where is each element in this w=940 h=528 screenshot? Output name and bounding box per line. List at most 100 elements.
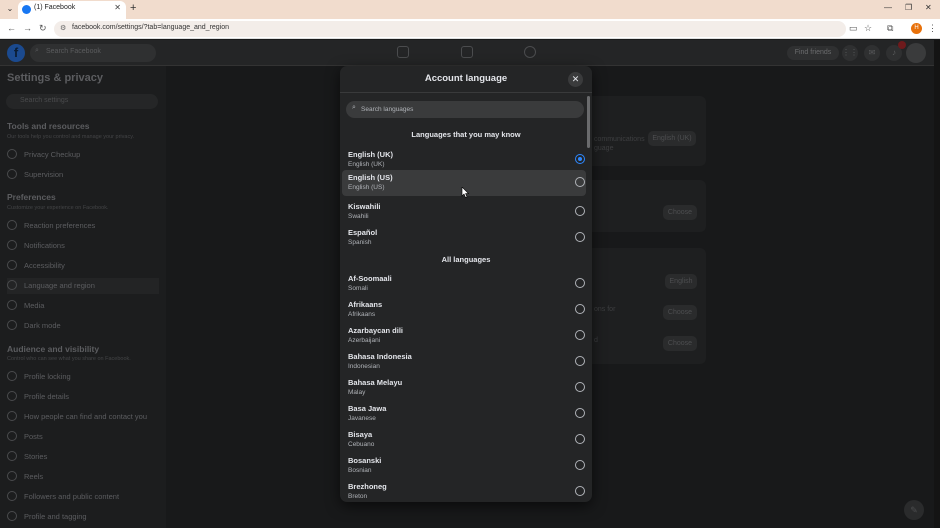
radio-button[interactable] [575, 382, 585, 392]
sidebar-item-stories[interactable]: Stories [7, 449, 159, 465]
browser-menu-icon[interactable]: ⋮ [928, 23, 937, 34]
radio-button[interactable] [575, 460, 585, 470]
find-friends-button[interactable]: Find friends [787, 46, 839, 60]
dialog-title: Account language [424, 73, 508, 84]
choose-button-1[interactable]: Choose [663, 205, 697, 220]
bookmark-star-icon[interactable]: ☆ [864, 23, 872, 34]
browser-tab[interactable]: (1) Facebook ✕ [18, 1, 126, 19]
friends-icon[interactable] [461, 46, 473, 58]
sidebar-item-profile-locking[interactable]: Profile locking [7, 369, 159, 385]
site-info-icon[interactable]: ⚙ [60, 24, 66, 32]
language-native-name: Afrikaans [348, 311, 376, 318]
tab-search-icon[interactable]: ⌄ [4, 3, 16, 15]
language-name: Español [348, 228, 378, 237]
address-bar[interactable]: ⚙ facebook.com/settings/?tab=language_an… [54, 21, 846, 37]
home-icon[interactable] [397, 46, 409, 58]
sidebar-item-notifications[interactable]: Notifications [7, 238, 159, 254]
background-text-1: communications [594, 136, 645, 143]
english-uk-button[interactable]: English (UK) [648, 131, 696, 146]
new-message-icon[interactable]: ✎ [904, 500, 924, 520]
maximize-icon[interactable]: ❐ [905, 3, 912, 12]
sidebar-item-profile-details[interactable]: Profile details [7, 389, 159, 405]
messenger-icon[interactable]: ✉ [864, 45, 880, 61]
language-name: Kiswahili [348, 202, 381, 211]
reload-icon[interactable]: ↻ [39, 23, 47, 34]
choose-button-2[interactable]: Choose [663, 305, 697, 320]
language-name: English (UK) [348, 150, 393, 159]
close-icon[interactable]: ✕ [568, 72, 583, 87]
extensions-icon[interactable]: ⧉ [887, 23, 893, 34]
radio-button[interactable] [575, 356, 585, 366]
sidebar-item-reels[interactable]: Reels [7, 469, 159, 485]
language-option-bahasa-indonesia[interactable]: Bahasa Indonesia Indonesian [342, 349, 586, 375]
sidebar-item-language-and-region[interactable]: Language and region [7, 278, 159, 294]
sidebar-item-dark-mode[interactable]: Dark mode [7, 318, 159, 334]
media-icon [7, 300, 17, 310]
account-avatar[interactable] [906, 43, 926, 63]
radio-button[interactable] [575, 232, 585, 242]
moon-icon [7, 320, 17, 330]
sidebar-item-profile-tagging[interactable]: Profile and tagging [7, 509, 159, 525]
groups-icon[interactable] [524, 46, 536, 58]
sidebar-item-posts[interactable]: Posts [7, 429, 159, 445]
menu-grid-icon[interactable]: ⋮⋮ [842, 45, 858, 61]
english-button[interactable]: English [665, 274, 697, 289]
radio-button[interactable] [575, 278, 585, 288]
language-option-basa-jawa[interactable]: Basa Jawa Javanese [342, 401, 586, 427]
minimize-icon[interactable]: — [884, 3, 892, 12]
radio-button[interactable] [575, 206, 585, 216]
language-option-brezhoneg[interactable]: Brezhoneg Breton [342, 479, 586, 502]
back-icon[interactable]: ← [7, 23, 16, 33]
window-close-icon[interactable]: ✕ [925, 3, 932, 12]
radio-button[interactable] [575, 177, 585, 187]
facebook-search-input[interactable]: ⌕ Search Facebook [30, 44, 156, 62]
tab-close-icon[interactable]: ✕ [114, 3, 121, 12]
sidebar-item-media[interactable]: Media [7, 298, 159, 314]
radio-button[interactable] [575, 408, 585, 418]
language-name: Basa Jawa [348, 404, 387, 413]
sidebar-item-privacy-checkup[interactable]: Privacy Checkup [7, 147, 159, 163]
language-native-name: English (UK) [348, 161, 385, 168]
language-name: Azarbaycan dili [348, 326, 404, 335]
background-text-2: guage [594, 145, 614, 152]
background-text-3: ons for [594, 306, 616, 313]
install-app-icon[interactable]: ▭ [849, 23, 858, 34]
language-option-bosanski[interactable]: Bosanski Bosnian [342, 453, 586, 479]
settings-search-input[interactable]: Search settings [6, 94, 158, 109]
language-search-field[interactable]: ⌕ [346, 101, 584, 118]
language-name: Af-Soomaali [348, 274, 392, 283]
radio-button[interactable] [575, 486, 585, 496]
dialog-scrollbar-thumb[interactable] [587, 96, 590, 148]
section-subtitle-audience: Control who can see what you share on Fa… [7, 356, 131, 362]
sidebar-item-accessibility[interactable]: Accessibility [7, 258, 159, 274]
search-icon: ⌕ [352, 104, 356, 111]
radio-selected[interactable] [575, 154, 585, 164]
language-search-input[interactable] [361, 102, 576, 117]
language-option-bahasa-melayu[interactable]: Bahasa Melayu Malay [342, 375, 586, 401]
browser-profile-avatar[interactable]: H [911, 23, 922, 34]
followers-icon [7, 491, 17, 501]
language-option-espanol[interactable]: Español Spanish [342, 225, 586, 251]
page-scrollbar[interactable] [934, 40, 940, 528]
radio-button[interactable] [575, 330, 585, 340]
sidebar-item-find-and-contact[interactable]: How people can find and contact you [7, 409, 159, 425]
language-option-bisaya[interactable]: Bisaya Cebuano [342, 427, 586, 453]
language-option-kiswahili[interactable]: Kiswahili Swahili [342, 199, 586, 225]
facebook-logo[interactable]: f [7, 44, 25, 62]
radio-button[interactable] [575, 304, 585, 314]
choose-button-3[interactable]: Choose [663, 336, 697, 351]
language-native-name: Indonesian [348, 363, 380, 370]
section-title-audience: Audience and visibility [7, 344, 100, 354]
tab-title: (1) Facebook [34, 4, 76, 11]
stories-icon [7, 451, 17, 461]
sidebar-item-followers[interactable]: Followers and public content [7, 489, 159, 505]
forward-icon[interactable]: → [23, 23, 32, 33]
new-tab-icon[interactable]: + [130, 2, 136, 14]
supervision-icon [7, 169, 17, 179]
sidebar-item-reaction-preferences[interactable]: Reaction preferences [7, 218, 159, 234]
radio-button[interactable] [575, 434, 585, 444]
language-option-azarbaycan-dili[interactable]: Azarbaycan dili Azerbaijani [342, 323, 586, 349]
language-option-afrikaans[interactable]: Afrikaans Afrikaans [342, 297, 586, 323]
language-option-af-soomaali[interactable]: Af-Soomaali Somali [342, 271, 586, 297]
sidebar-item-supervision[interactable]: Supervision [7, 167, 159, 183]
